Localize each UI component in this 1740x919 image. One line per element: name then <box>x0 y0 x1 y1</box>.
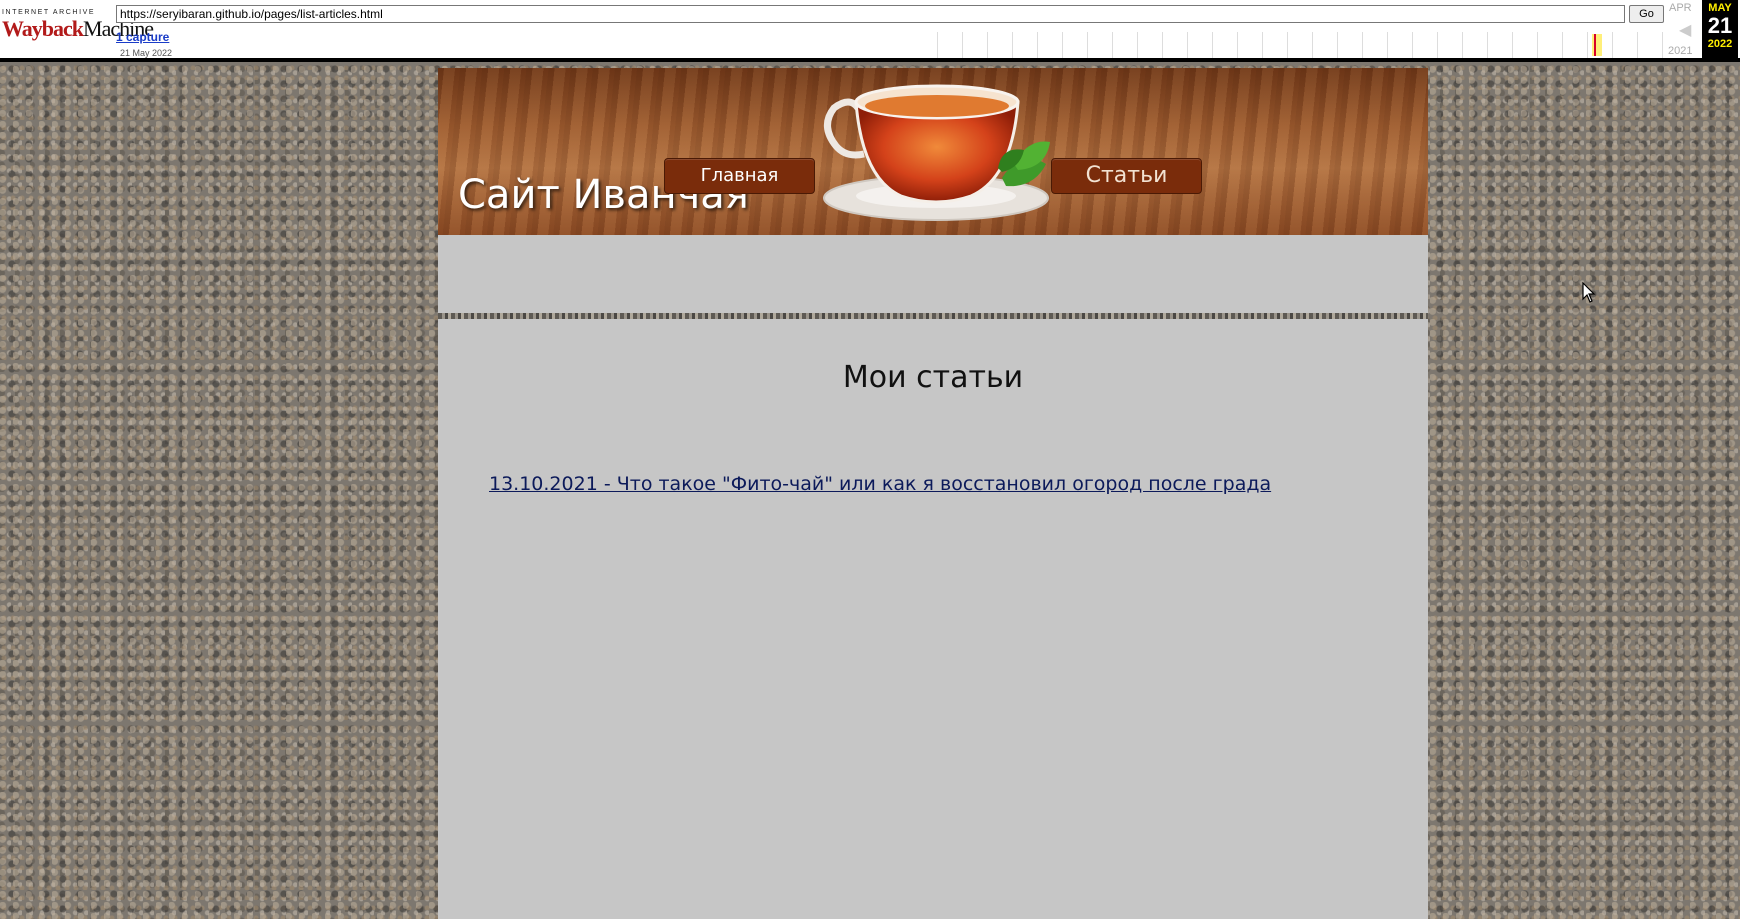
wayback-current-year: 2022 <box>1707 38 1733 50</box>
wayback-current-date: MAY 21 2022 <box>1702 0 1738 62</box>
wayback-capture-date: 21 May 2022 <box>120 48 173 58</box>
nav-home-button[interactable]: Главная <box>664 158 815 194</box>
page-title: Мои статьи <box>842 360 1024 395</box>
wayback-current-day: 21 <box>1707 13 1733 38</box>
wayback-logo[interactable]: INTERNET ARCHIVE WaybackMachine <box>2 9 154 51</box>
section-divider <box>438 313 1428 319</box>
mouse-cursor-icon <box>1582 282 1596 303</box>
wayback-captures-link[interactable]: 1 capture <box>116 30 169 44</box>
site-nav <box>438 235 1428 317</box>
wayback-timeline[interactable] <box>937 32 1665 58</box>
site-banner: Сайт Иванчая <box>438 68 1428 235</box>
nav-articles-button[interactable]: Статьи <box>1051 158 1202 194</box>
wayback-prev-arrow-icon[interactable]: ◀ <box>1679 20 1691 40</box>
wayback-logo-top: INTERNET ARCHIVE <box>2 9 96 16</box>
wayback-url-input[interactable]: https://seryibaran.github.io/pages/list-… <box>116 5 1625 23</box>
wayback-logo-wayback: Wayback <box>2 16 84 41</box>
wayback-go-button[interactable]: Go <box>1629 5 1664 23</box>
wayback-toolbar: INTERNET ARCHIVE WaybackMachine https://… <box>0 0 1740 62</box>
wayback-timeline-capture-mark[interactable] <box>1594 34 1596 56</box>
article-link[interactable]: 13.10.2021 - Что такое "Фито-чай" или ка… <box>489 473 1271 495</box>
site-page: Сайт Иванчая Главная Статьи Мои статьи 1… <box>438 68 1428 919</box>
wayback-logo-wordmark: WaybackMachine <box>2 16 154 41</box>
wayback-prev-year[interactable]: 2021 <box>1668 45 1692 57</box>
wayback-prev-month[interactable]: APR <box>1669 2 1692 14</box>
teacup-image <box>823 84 1050 221</box>
